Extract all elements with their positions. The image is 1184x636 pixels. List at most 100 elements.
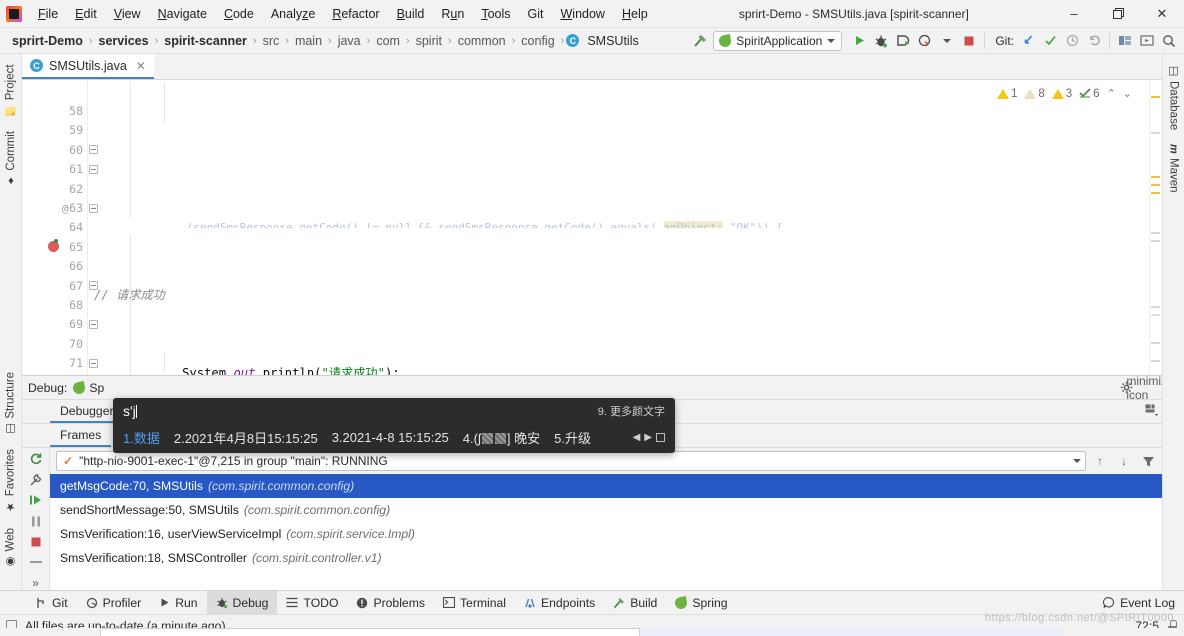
more-actions-icon[interactable]: » [25,575,47,590]
search-everywhere-icon[interactable] [1158,30,1180,52]
marker-change-3[interactable] [1151,240,1160,242]
marker-change-5[interactable] [1151,314,1160,316]
layout-switch-icon[interactable] [1114,30,1136,52]
sidebar-item-maven[interactable]: m Maven [1166,138,1182,198]
marker-change-6[interactable] [1151,342,1160,344]
frame-row-1[interactable]: sendShortMessage:50, SMSUtils (com.spiri… [50,498,1162,522]
filter-icon[interactable] [1138,451,1158,471]
menu-item-build[interactable]: Build [389,3,433,25]
down-arrow-icon[interactable]: ↓ [1114,451,1134,471]
ime-candidate-4[interactable]: 4.(ʃ] 晚安 [463,428,540,447]
ime-next-page-arrow[interactable]: ▶ [644,432,652,443]
sidebar-item-favorites[interactable]: ★ Favorites [2,443,19,519]
run-button[interactable] [848,30,870,52]
editor-marker-strip[interactable] [1149,80,1162,375]
ime-menu-icon[interactable] [656,433,665,442]
rerun-icon[interactable] [25,452,47,467]
breakpoint-icon[interactable] [48,239,59,253]
ime-candidate-1[interactable]: 1.数据 [123,428,160,447]
marker-warning-3[interactable] [1151,184,1160,186]
preview-icon[interactable] [1136,30,1158,52]
toolwindow-debug[interactable]: Debug [206,590,278,615]
menu-item-git[interactable]: Git [520,3,552,25]
sidebar-item-project[interactable]: 📁 Project [2,58,19,123]
pause-program-icon[interactable] [25,514,47,529]
breadcrumb-services[interactable]: services › [95,33,161,49]
toolwindow-terminal[interactable]: Terminal [434,591,515,615]
frame-row-3[interactable]: SmsVerification:18, SMSController (com.s… [50,546,1162,570]
menu-item-view[interactable]: View [106,3,149,25]
mute-breakpoints-icon[interactable] [25,555,47,570]
marker-change[interactable] [1151,132,1160,134]
sidebar-item-structure[interactable]: ◫ Structure [2,366,19,442]
toolwindow-profiler[interactable]: Profiler [77,591,151,615]
breadcrumb-spirit-scanner[interactable]: spirit-scanner › [160,33,258,49]
menu-item-navigate[interactable]: Navigate [150,3,215,25]
menu-item-run[interactable]: Run [433,3,472,25]
profiler-button[interactable] [914,30,936,52]
minimize-button[interactable]: – [1052,0,1096,28]
sidebar-item-web[interactable]: ◉ Web [2,522,19,574]
menu-item-file[interactable]: File [30,3,66,25]
git-update-project-icon[interactable] [1017,30,1039,52]
editor-area[interactable]: 57 58 59 60 61 62 @63 64 65 66 67 68 69 … [22,80,1162,375]
breadcrumb-sprirt-demo[interactable]: sprirt-Demo › [8,33,95,49]
menu-item-tools[interactable]: Tools [473,3,518,25]
git-history-icon[interactable] [1061,30,1083,52]
next-problem-chevron-icon[interactable]: ⌄ [1121,87,1134,100]
ime-candidate-popup[interactable]: s'j 9. 更多颜文字 1.数据 2.2021年4月8日15:15:25 3.… [113,398,675,453]
git-rollback-icon[interactable] [1083,30,1105,52]
code-content[interactable]: (sendSmsResponse.getCode() != null && se… [88,80,1149,375]
breadcrumb-current-file[interactable]: C SMSUtils [566,33,642,49]
run-configuration-selector[interactable]: SpiritApplication [713,30,843,51]
toolwindow-spring[interactable]: Spring [666,591,736,615]
debug-button[interactable] [870,30,892,52]
breadcrumb-java[interactable]: java › [334,33,373,49]
marker-change-2[interactable] [1151,232,1160,234]
marker-warning-2[interactable] [1151,176,1160,178]
weak-warnings-group[interactable]: 8 [1022,88,1046,100]
subtab-frames[interactable]: Frames [50,424,112,447]
frame-row-0[interactable]: getMsgCode:70, SMSUtils (com.spirit.comm… [50,474,1162,498]
layout-settings-icon[interactable] [1142,400,1162,420]
errors-group[interactable]: 1 [995,88,1019,100]
ime-candidate-2[interactable]: 2.2021年4月8日15:15:25 [174,428,318,447]
frame-row-2[interactable]: SmsVerification:16, userViewServiceImpl … [50,522,1162,546]
previous-problem-chevron-icon[interactable]: ⌃ [1105,87,1118,100]
ime-prev-page-arrow[interactable]: ◀ [633,432,641,443]
warnings-group[interactable]: 3 [1050,88,1074,100]
marker-change-7[interactable] [1151,360,1160,362]
stop-program-icon[interactable] [25,534,47,549]
event-log-button[interactable]: Event Log [1094,591,1184,615]
editor-gutter[interactable]: 57 58 59 60 61 62 @63 64 65 66 67 68 69 … [22,80,98,375]
menu-item-code[interactable]: Code [216,3,262,25]
menu-item-help[interactable]: Help [614,3,656,25]
menu-item-analyze[interactable]: Analyze [263,3,323,25]
typos-group[interactable]: 6 [1077,88,1101,100]
close-icon[interactable]: ✕ [133,59,146,73]
breadcrumb-src[interactable]: src › [259,33,291,49]
frames-list[interactable]: getMsgCode:70, SMSUtils (com.spirit.comm… [50,474,1162,590]
toolwindow-todo[interactable]: TODO [277,591,347,615]
marker-warning[interactable] [1151,96,1160,98]
inspection-widget[interactable]: 1 8 3 6 ⌃ ⌄ [992,86,1136,101]
marker-change-4[interactable] [1151,306,1160,308]
ime-more-hint[interactable]: 9. 更多颜文字 [598,403,665,419]
git-commit-icon[interactable] [1039,30,1061,52]
thread-select[interactable]: ✓ "http-nio-9001-exec-1"@7,215 in group … [56,451,1086,471]
chevron-down-icon[interactable] [1073,459,1081,463]
menu-item-window[interactable]: Window [552,3,612,25]
ime-candidate-3[interactable]: 3.2021-4-8 15:15:25 [332,430,449,445]
stop-button[interactable] [958,30,980,52]
breadcrumb-common[interactable]: common › [454,33,518,49]
up-arrow-icon[interactable]: ↑ [1090,451,1110,471]
toolwindow-git[interactable]: Git [26,591,77,615]
toolwindow-build[interactable]: Build [604,591,666,615]
debug-config-tab[interactable]: Sp [72,381,104,395]
resume-program-icon[interactable] [25,493,47,508]
maximize-button[interactable] [1096,0,1140,28]
settings-wrench-icon[interactable] [25,473,47,488]
toolwindow-run[interactable]: Run [150,591,206,615]
editor-tab-smsutils[interactable]: C SMSUtils.java ✕ [22,54,154,79]
toolwindow-problems[interactable]: Problems [347,591,433,615]
